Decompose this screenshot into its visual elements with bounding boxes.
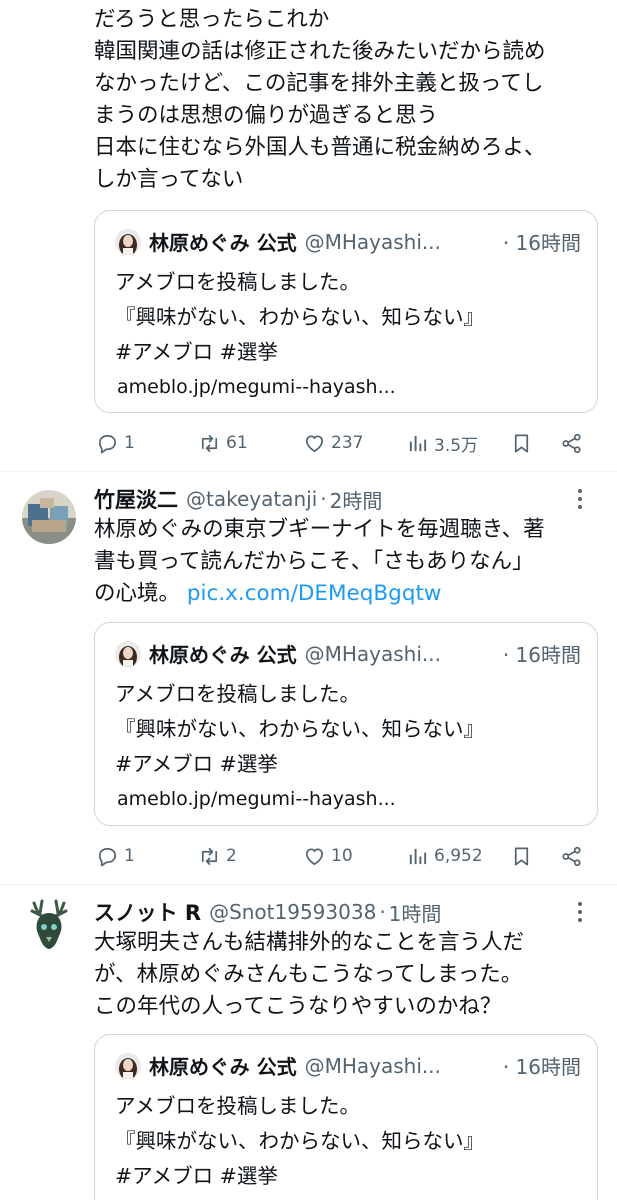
bookmark-button[interactable] xyxy=(510,841,538,871)
action-bar: 1 2 10 6,952 xyxy=(94,841,594,871)
like-icon xyxy=(305,847,324,865)
retweet-icon xyxy=(201,847,218,865)
share-icon xyxy=(562,846,581,866)
like-count: 10 xyxy=(331,846,353,866)
like-count: 237 xyxy=(331,433,364,453)
reply-count: 1 xyxy=(124,846,135,866)
share-button[interactable] xyxy=(560,841,588,871)
quoted-tweet[interactable]: 林原めぐみ 公式 @MHayashi... · 16時間 アメブロを投稿しました… xyxy=(94,622,598,826)
quoted-tweet[interactable]: 林原めぐみ 公式 @MHayashi... · 16時間 アメブロを投稿しました… xyxy=(94,1034,598,1200)
more-icon[interactable] xyxy=(568,899,592,925)
tweet-text: 大塚明夫さんも結構排外的なことを言う人だ が、林原めぐみさんもこうなってしまった… xyxy=(94,930,525,1019)
views-count: 6,952 xyxy=(434,846,483,866)
share-icon xyxy=(562,433,581,453)
views-count: 3.5万 xyxy=(434,435,479,456)
tweet-header: スノット R @Snot19593038 · 1時間 xyxy=(94,897,600,927)
timestamp[interactable]: 1時間 xyxy=(389,898,442,927)
action-bar: 1 61 237 3.5万 xyxy=(94,428,594,458)
quoted-avatar xyxy=(115,640,141,667)
quoted-text: アメブロを投稿しました。 『興味がない、わからない、知らない』 #アメブロ #選… xyxy=(115,265,484,405)
tweet-text: だろうと思ったらこれか 韓国関連の話は修正された後みたいだから読め なかったけど… xyxy=(94,7,546,192)
quoted-text: アメブロを投稿しました。 『興味がない、わからない、知らない』 #アメブロ #選… xyxy=(115,1094,484,1188)
views-icon xyxy=(409,848,427,864)
reply-icon xyxy=(98,434,117,453)
views-button[interactable]: 3.5万 xyxy=(406,428,478,458)
more-icon[interactable] xyxy=(568,486,592,512)
tweet-3[interactable]: スノット R @Snot19593038 · 1時間 大塚明夫さんも結構排外的な… xyxy=(0,885,617,1200)
tweet-header: 竹屋淡二 @takeyatanji · 2時間 xyxy=(94,484,600,514)
timestamp[interactable]: 2時間 xyxy=(330,485,383,514)
reply-button[interactable]: 1 xyxy=(96,841,135,871)
tweet-2[interactable]: 竹屋淡二 @takeyatanji · 2時間 林原めぐみの東京ブギーナイトを毎… xyxy=(0,472,617,885)
quoted-display-name[interactable]: 林原めぐみ 公式 xyxy=(149,639,297,668)
retweet-count: 61 xyxy=(226,433,248,453)
views-button[interactable]: 6,952 xyxy=(406,841,483,871)
retweet-button[interactable]: 61 xyxy=(198,428,248,458)
quoted-display-name[interactable]: 林原めぐみ 公式 xyxy=(149,1051,297,1080)
pic-link[interactable]: pic.x.com/DEMeqBgqtw xyxy=(187,581,442,606)
retweet-count: 2 xyxy=(226,846,237,866)
like-icon xyxy=(305,434,324,452)
avatar[interactable] xyxy=(22,899,76,953)
reply-button[interactable]: 1 xyxy=(96,428,135,458)
bookmark-icon xyxy=(514,433,529,453)
quoted-avatar xyxy=(115,228,141,255)
like-button[interactable]: 10 xyxy=(303,841,353,871)
bookmark-icon xyxy=(514,846,529,866)
retweet-icon xyxy=(201,434,218,452)
quoted-handle[interactable]: @MHayashi... xyxy=(305,1054,441,1078)
bookmark-button[interactable] xyxy=(510,428,538,458)
quoted-text: アメブロを投稿しました。 『興味がない、わからない、知らない』 #アメブロ #選… xyxy=(115,677,484,817)
share-button[interactable] xyxy=(560,428,588,458)
quoted-avatar xyxy=(115,1052,141,1079)
reply-count: 1 xyxy=(124,433,135,453)
views-icon xyxy=(409,435,427,451)
quoted-link[interactable]: ameblo.jp/megumi--hayash... xyxy=(117,782,484,817)
timeline-feed: だろうと思ったらこれか 韓国関連の話は修正された後みたいだから読め なかったけど… xyxy=(0,0,617,1200)
quoted-link[interactable]: ameblo.jp/megumi--hayash... xyxy=(117,370,484,405)
quoted-handle[interactable]: @MHayashi... xyxy=(305,642,441,666)
quoted-display-name[interactable]: 林原めぐみ 公式 xyxy=(149,227,297,256)
tweet-1[interactable]: だろうと思ったらこれか 韓国関連の話は修正された後みたいだから読め なかったけど… xyxy=(0,0,617,472)
quoted-tweet-header: 林原めぐみ 公式 @MHayashi... · 16時間 xyxy=(115,227,585,256)
tweet-text: 林原めぐみの東京ブギーナイトを毎週聴き、著 書も買って読んだからこそ、「さもあり… xyxy=(94,517,545,606)
retweet-button[interactable]: 2 xyxy=(198,841,237,871)
quoted-timestamp: · 16時間 xyxy=(502,231,581,255)
quoted-handle[interactable]: @MHayashi... xyxy=(305,230,441,254)
quoted-tweet-header: 林原めぐみ 公式 @MHayashi... · 16時間 xyxy=(115,1051,585,1080)
handle[interactable]: @Snot19593038 xyxy=(209,900,376,924)
display-name[interactable]: 竹屋淡二 xyxy=(94,484,178,514)
quoted-timestamp: · 16時間 xyxy=(502,643,581,667)
quoted-tweet[interactable]: 林原めぐみ 公式 @MHayashi... · 16時間 アメブロを投稿しました… xyxy=(94,210,598,413)
reply-icon xyxy=(98,847,117,866)
avatar[interactable] xyxy=(22,490,76,544)
quoted-tweet-header: 林原めぐみ 公式 @MHayashi... · 16時間 xyxy=(115,639,585,668)
handle[interactable]: @takeyatanji xyxy=(186,487,317,511)
like-button[interactable]: 237 xyxy=(303,428,363,458)
display-name[interactable]: スノット R xyxy=(94,897,201,927)
quoted-timestamp: · 16時間 xyxy=(502,1055,581,1079)
